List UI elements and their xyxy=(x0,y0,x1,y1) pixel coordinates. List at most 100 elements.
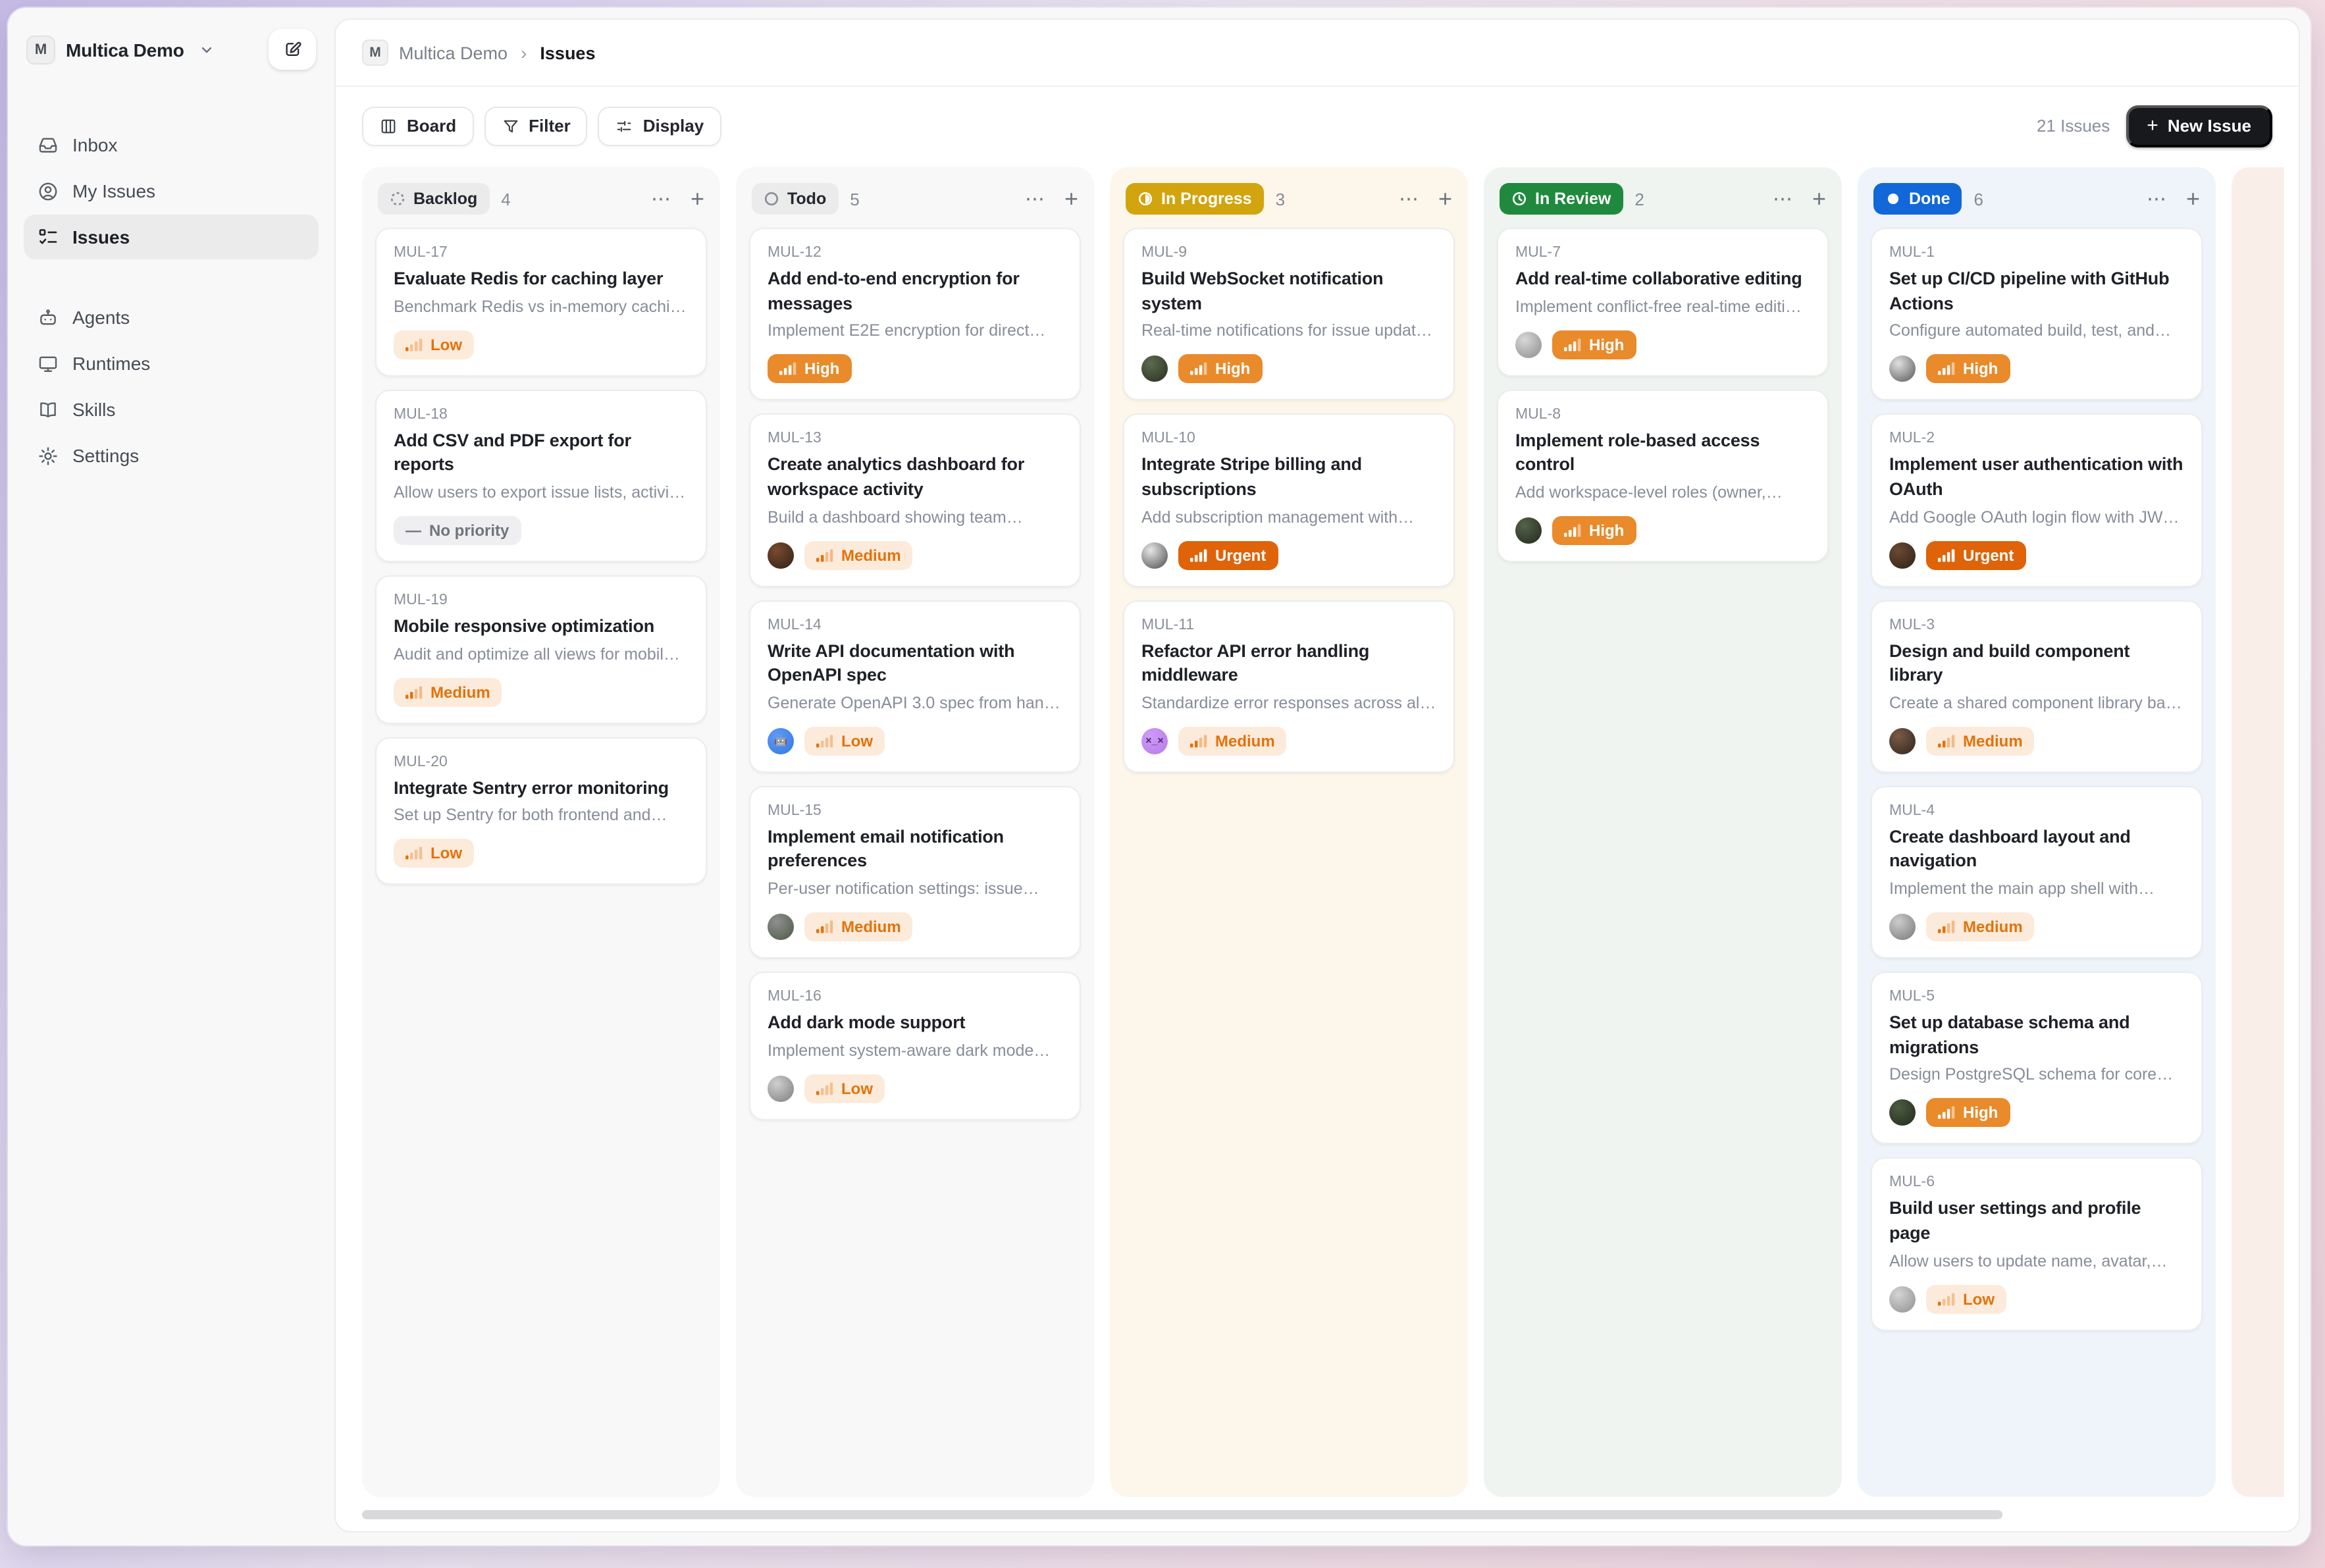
issue-card-mul-3[interactable]: MUL-3Design and build component libraryC… xyxy=(1871,600,2203,773)
board-icon xyxy=(379,117,398,135)
status-badge: In Review xyxy=(1500,183,1623,215)
issue-card-mul-19[interactable]: MUL-19Mobile responsive optimizationAudi… xyxy=(375,575,707,723)
issue-description: Implement conflict-free real-time editin… xyxy=(1515,297,1810,315)
more-icon[interactable]: ⋯ xyxy=(1773,189,1792,209)
issue-description: Per-user notification settings: issue… xyxy=(768,879,1062,898)
issue-id: MUL-6 xyxy=(1889,1175,2184,1191)
issue-footer: Low xyxy=(394,330,689,359)
workspace-switcher[interactable]: M Multica Demo xyxy=(24,26,319,72)
issue-title: Add CSV and PDF export for reports xyxy=(394,429,689,478)
app-stage: M Multica Demo InboxMy IssuesIssuesAgent… xyxy=(0,0,2325,1568)
issue-title: Build user settings and profile page xyxy=(1889,1197,2184,1247)
issue-description: Allow users to export issue lists, activ… xyxy=(394,483,689,502)
add-card-icon[interactable]: + xyxy=(1438,187,1452,211)
sidebar-item-agents[interactable]: Agents xyxy=(24,295,319,340)
more-icon[interactable]: ⋯ xyxy=(1399,189,1419,209)
column-name: Todo xyxy=(787,190,826,208)
board-view-button[interactable]: Board xyxy=(362,106,473,145)
priority-badge: Low xyxy=(394,330,474,359)
breadcrumb-page: Issues xyxy=(540,43,595,63)
issue-card-mul-7[interactable]: MUL-7Add real-time collaborative editing… xyxy=(1497,228,1829,376)
priority-badge: Low xyxy=(1926,1284,2006,1313)
column-actions: ⋯+ xyxy=(651,187,704,211)
more-icon[interactable]: ⋯ xyxy=(1025,189,1045,209)
issue-id: MUL-12 xyxy=(768,245,1062,261)
issue-card-mul-15[interactable]: MUL-15Implement email notification prefe… xyxy=(749,786,1081,959)
issue-title: Write API documentation with OpenAPI spe… xyxy=(768,639,1062,689)
column-name: In Progress xyxy=(1161,190,1252,208)
add-card-icon[interactable]: + xyxy=(1064,187,1078,211)
issue-card-mul-17[interactable]: MUL-17Evaluate Redis for caching layerBe… xyxy=(375,228,707,376)
new-issue-button[interactable]: + New Issue xyxy=(2126,105,2272,147)
priority-label: High xyxy=(1589,335,1624,353)
issue-title: Implement user authentication with OAuth xyxy=(1889,454,2184,503)
issue-card-mul-20[interactable]: MUL-20Integrate Sentry error monitoringS… xyxy=(375,737,707,885)
filter-button[interactable]: Filter xyxy=(484,106,588,145)
sidebar-item-my-issues[interactable]: My Issues xyxy=(24,169,319,213)
card-list: MUL-12Add end-to-end encryption for mess… xyxy=(749,228,1081,1120)
issue-card-mul-6[interactable]: MUL-6 Build user settings and profile pag… xyxy=(1871,1158,2203,1331)
priority-badge: Medium xyxy=(1926,912,2035,941)
issue-card-mul-1[interactable]: MUL-1Set up CI/CD pipeline with GitHub A… xyxy=(1871,228,2203,401)
filled-circle-icon xyxy=(1885,191,1901,207)
issue-id: MUL-20 xyxy=(394,754,689,770)
issue-title: Create dashboard layout and navigation xyxy=(1889,825,2184,875)
status-badge: Todo xyxy=(752,183,838,215)
column-count: 6 xyxy=(1974,189,1983,209)
status-badge: In Progress xyxy=(1126,183,1264,215)
issue-footer: Medium xyxy=(768,912,1062,941)
issue-card-mul-16[interactable]: MUL-16Add dark mode supportImplement sys… xyxy=(749,972,1081,1120)
column-count: 2 xyxy=(1634,189,1644,209)
issue-description: Add workspace-level roles (owner,… xyxy=(1515,483,1810,502)
priority-label: No priority xyxy=(429,521,509,540)
avatar xyxy=(768,914,794,940)
priority-bars-icon xyxy=(1938,548,1955,562)
issue-card-mul-8[interactable]: MUL-8Implement role-based access control… xyxy=(1497,389,1829,562)
inbox-icon xyxy=(37,134,59,156)
sidebar-item-inbox[interactable]: Inbox xyxy=(24,122,319,167)
issue-card-mul-10[interactable]: MUL-10Integrate Stripe billing and subsc… xyxy=(1123,414,1455,587)
priority-bars-icon xyxy=(779,363,797,376)
sidebar-item-settings[interactable]: Settings xyxy=(24,433,319,478)
priority-label: Medium xyxy=(1215,732,1275,750)
more-icon[interactable]: ⋯ xyxy=(2147,189,2166,209)
breadcrumb-workspace[interactable]: Multica Demo xyxy=(399,43,508,63)
column-actions: ⋯+ xyxy=(1025,187,1078,211)
sidebar-item-issues[interactable]: Issues xyxy=(24,215,319,259)
add-card-icon[interactable]: + xyxy=(691,187,704,211)
horizontal-scrollbar[interactable] xyxy=(362,1510,2002,1519)
issue-id: MUL-9 xyxy=(1141,245,1436,261)
compose-button[interactable] xyxy=(269,29,316,70)
issue-card-mul-2[interactable]: MUL-2 Implement user authentication with … xyxy=(1871,414,2203,587)
issue-card-mul-12[interactable]: MUL-12Add end-to-end encryption for mess… xyxy=(749,228,1081,401)
chevron-down-icon[interactable] xyxy=(199,41,215,57)
sidebar-item-skills[interactable]: Skills xyxy=(24,387,319,432)
priority-label: Low xyxy=(841,1079,873,1097)
issue-card-mul-13[interactable]: MUL-13Create analytics dashboard for wor… xyxy=(749,414,1081,587)
display-button[interactable]: Display xyxy=(598,106,721,145)
circle-icon xyxy=(764,191,779,207)
add-card-icon[interactable]: + xyxy=(1812,187,1826,211)
priority-badge: High xyxy=(1552,330,1636,359)
column-done: Done6⋯+MUL-1Set up CI/CD pipeline with G… xyxy=(1858,167,2216,1497)
issue-title: Set up database schema and migrations xyxy=(1889,1011,2184,1060)
issue-card-mul-18[interactable]: MUL-18Add CSV and PDF export for reports… xyxy=(375,389,707,562)
issue-card-mul-4[interactable]: MUL-4Create dashboard layout and navigat… xyxy=(1871,786,2203,959)
add-card-icon[interactable]: + xyxy=(2186,187,2200,211)
sidebar-item-runtimes[interactable]: Runtimes xyxy=(24,341,319,386)
issue-card-mul-9[interactable]: MUL-9Build WebSocket notification system… xyxy=(1123,228,1455,401)
more-icon[interactable]: ⋯ xyxy=(651,189,671,209)
issue-id: MUL-2 xyxy=(1889,431,2184,447)
issue-card-mul-11[interactable]: MUL-11Refactor API error handling middle… xyxy=(1123,600,1455,773)
priority-label: High xyxy=(1963,360,1998,379)
issue-card-mul-14[interactable]: MUL-14Write API documentation with OpenA… xyxy=(749,600,1081,773)
issue-card-mul-5[interactable]: MUL-5Set up database schema and migratio… xyxy=(1871,972,2203,1145)
issue-description: Build a dashboard showing team… xyxy=(768,508,1062,526)
issue-footer: Low xyxy=(768,1074,1062,1103)
priority-bars-icon xyxy=(405,847,423,860)
avatar xyxy=(1889,728,1916,754)
column-actions: ⋯+ xyxy=(1773,187,1826,211)
issue-description: Audit and optimize all views for mobile… xyxy=(394,644,689,663)
filter-label: Filter xyxy=(529,116,571,136)
column-count: 3 xyxy=(1276,189,1285,209)
